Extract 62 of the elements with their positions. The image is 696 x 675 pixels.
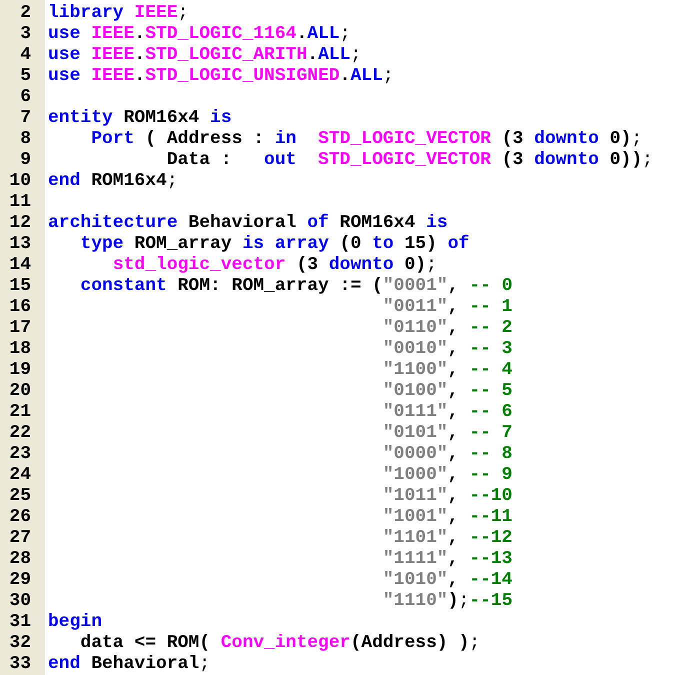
code-line: library IEEE;	[48, 3, 188, 24]
line-number: 23	[9, 444, 31, 465]
code-line: "1010", --14	[382, 570, 512, 591]
line-number: 14	[9, 255, 31, 276]
code-line: std_logic_vector (3 downto 0);	[112, 255, 437, 276]
code-line: "1101", --12	[382, 528, 512, 549]
code-line: type ROM_array is array (0 to 15) of	[80, 234, 470, 255]
code-line: use IEEE.STD_LOGIC_1164.ALL;	[48, 24, 350, 45]
line-number: 30	[9, 591, 31, 612]
line-number: 11	[9, 192, 31, 213]
code-line: data <= ROM( Conv_integer(Address) );	[80, 633, 480, 654]
code-line: "1110");--15	[382, 591, 513, 612]
code-line: "0010", -- 3	[382, 339, 512, 360]
line-number: 17	[9, 318, 31, 339]
code-line: Port ( Address : in STD_LOGIC_VECTOR (3 downto 0);	[91, 129, 642, 150]
line-number: 18	[9, 339, 31, 360]
line-number: 15	[9, 276, 31, 297]
code-line: use IEEE.STD_LOGIC_ARITH.ALL;	[48, 45, 362, 66]
line-number: 29	[9, 570, 31, 591]
code-line: "1100", -- 4	[382, 360, 512, 381]
line-number: 26	[9, 507, 31, 528]
line-number: 20	[9, 381, 31, 402]
line-number: 10	[9, 171, 31, 192]
code-line: "1001", --11	[382, 507, 512, 528]
line-number: 21	[9, 402, 31, 423]
line-number: 8	[20, 129, 31, 150]
code-line: "1111", --13	[382, 549, 512, 570]
line-number: 16	[9, 297, 31, 318]
code-line: architecture Behavioral of ROM16x4 is	[48, 213, 448, 234]
line-number: 25	[9, 486, 31, 507]
code-line: "0000", -- 8	[382, 444, 512, 465]
code-line: use IEEE.STD_LOGIC_UNSIGNED.ALL;	[48, 66, 394, 87]
line-number: 12	[9, 213, 31, 234]
code-line: constant ROM: ROM_array := ("0001", -- 0	[80, 276, 513, 297]
line-number: 9	[20, 150, 31, 171]
line-number: 33	[9, 654, 31, 675]
code-line: "1000", -- 9	[382, 465, 512, 486]
line-number: 22	[9, 423, 31, 444]
code-line: "0101", -- 7	[382, 423, 512, 444]
line-number: 31	[9, 612, 31, 633]
line-number: 32	[9, 633, 31, 654]
code-line: Data : out STD_LOGIC_VECTOR (3 downto 0));	[166, 150, 653, 171]
line-number: 5	[20, 66, 31, 87]
line-number: 6	[20, 87, 31, 108]
line-number: 13	[9, 234, 31, 255]
line-number: 24	[9, 465, 31, 486]
code-line: "1011", --10	[382, 486, 512, 507]
code-line: "0011", -- 1	[382, 297, 512, 318]
line-number: 4	[20, 45, 31, 66]
line-number: 19	[9, 360, 31, 381]
code-line: "0111", -- 6	[382, 402, 512, 423]
code-line: begin	[48, 612, 102, 633]
code-line: end Behavioral;	[48, 654, 210, 675]
code-line: entity ROM16x4 is	[48, 108, 232, 129]
code-line: "0110", -- 2	[382, 318, 512, 339]
code-line: end ROM16x4;	[48, 171, 178, 192]
line-number: 28	[9, 549, 31, 570]
line-number: 2	[20, 3, 31, 24]
code-line: "0100", -- 5	[382, 381, 512, 402]
line-number: 27	[9, 528, 31, 549]
line-number: 7	[20, 108, 31, 129]
line-number: 3	[20, 24, 31, 45]
